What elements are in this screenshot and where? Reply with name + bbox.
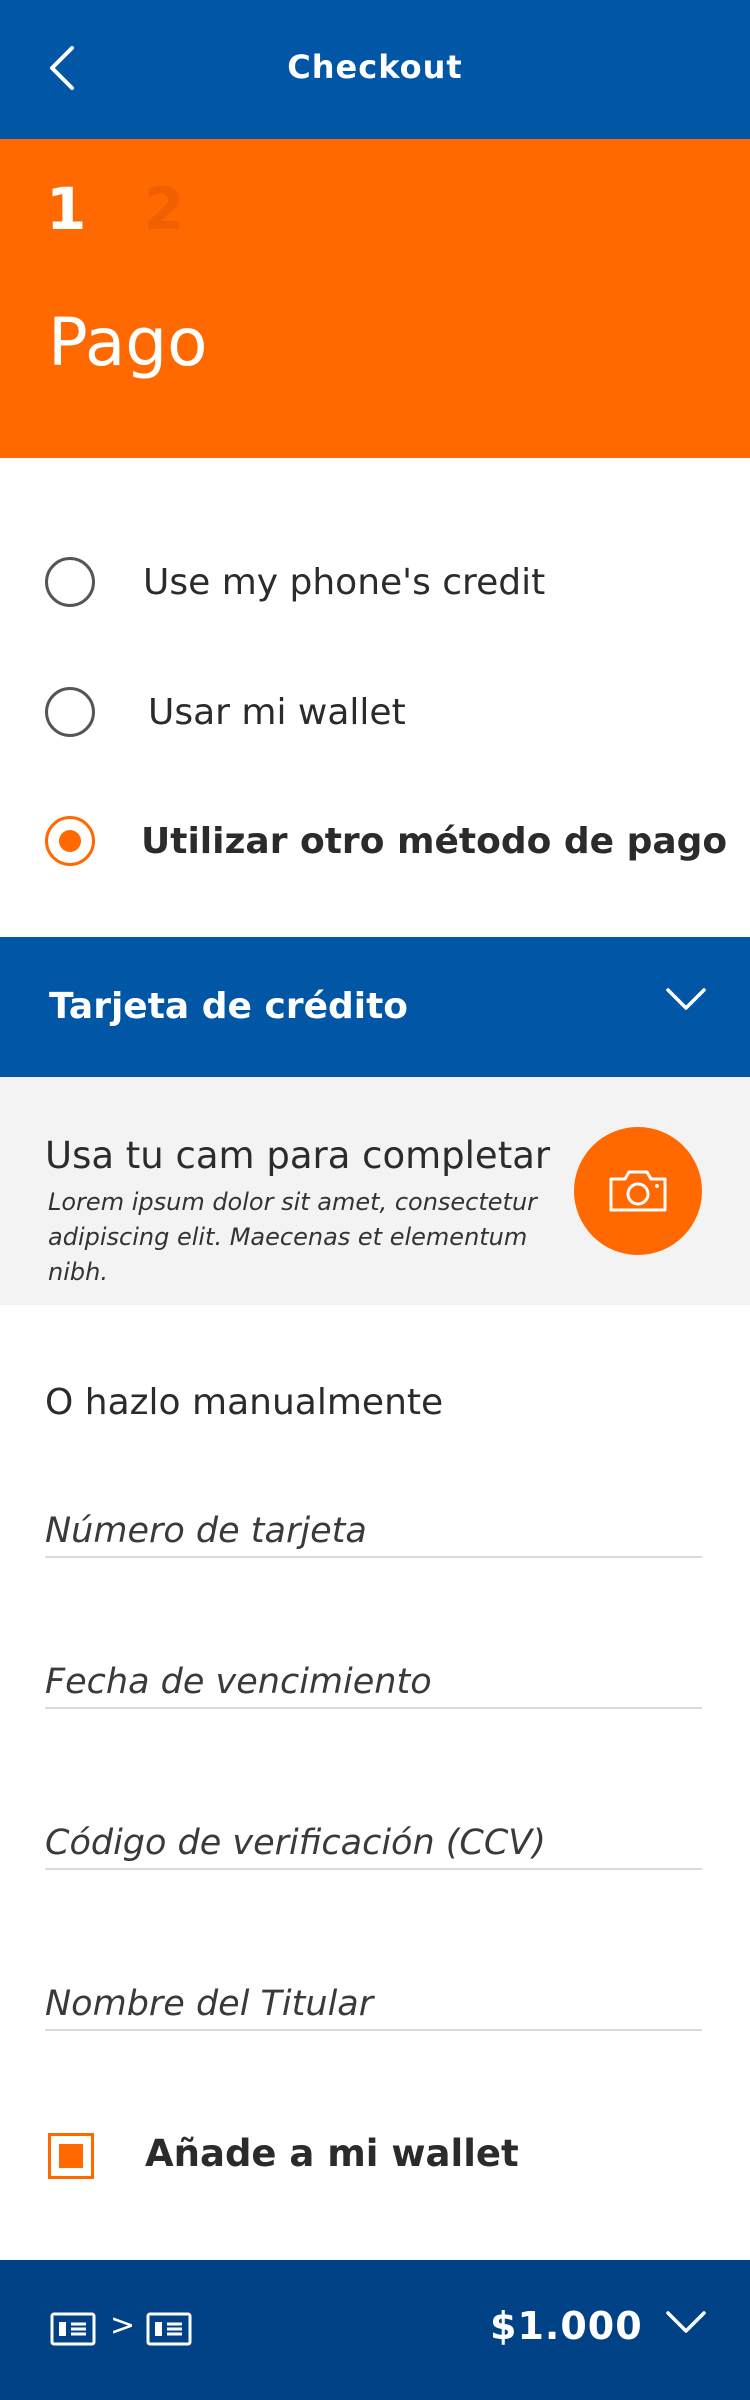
card-type-dropdown[interactable]: Tarjeta de crédito <box>0 937 750 1077</box>
payment-option-other-method[interactable]: Utilizar otro método de pago <box>0 791 750 891</box>
add-to-wallet-label: Añade a mi wallet <box>145 2132 519 2175</box>
step-indicator-current: 1 <box>46 175 87 243</box>
step-indicator-next: 2 <box>144 175 185 243</box>
credit-card-icon <box>50 2312 96 2346</box>
step-separator: > <box>110 2308 136 2343</box>
expiry-date-field <box>45 1657 702 1709</box>
step-banner: 1 2 Pago <box>0 139 750 458</box>
cvv-input[interactable] <box>45 1818 702 1868</box>
radio-button[interactable] <box>45 687 95 737</box>
order-summary-bar: > $1.000 <box>0 2260 750 2400</box>
payment-option-phone-credit[interactable]: Use my phone's credit <box>0 532 750 632</box>
card-holder-input[interactable] <box>45 1979 702 2029</box>
chevron-down-icon <box>666 988 706 1010</box>
step-title: Pago <box>48 304 208 381</box>
payment-option-label: Usar mi wallet <box>148 691 406 733</box>
camera-scan-description: Lorem ipsum dolor sit amet, consectetur … <box>48 1188 538 1286</box>
card-number-field <box>45 1506 702 1558</box>
camera-icon <box>609 1170 667 1212</box>
manual-entry-title: O hazlo manualmente <box>45 1382 444 1423</box>
app-header: Checkout <box>0 0 750 139</box>
camera-scan-title: Usa tu cam para completar <box>45 1134 551 1177</box>
card-holder-field <box>45 1979 702 2031</box>
cvv-field <box>45 1818 702 1870</box>
payment-option-label: Use my phone's credit <box>143 561 546 603</box>
chevron-down-icon[interactable] <box>666 2310 706 2334</box>
expiry-date-input[interactable] <box>45 1657 702 1707</box>
card-number-input[interactable] <box>45 1506 702 1556</box>
page-title: Checkout <box>287 48 463 86</box>
payment-option-wallet[interactable]: Usar mi wallet <box>0 662 750 762</box>
order-total: $1.000 <box>490 2304 643 2348</box>
radio-button[interactable] <box>45 557 95 607</box>
payment-option-label: Utilizar otro método de pago <box>141 820 728 862</box>
radio-button-selected[interactable] <box>45 816 95 866</box>
camera-scan-button[interactable] <box>574 1127 702 1255</box>
add-to-wallet-checkbox[interactable] <box>48 2133 94 2179</box>
card-type-label: Tarjeta de crédito <box>49 986 409 1027</box>
camera-scan-panel: Usa tu cam para completar Lorem ipsum do… <box>0 1077 750 1305</box>
credit-card-icon <box>146 2312 192 2346</box>
